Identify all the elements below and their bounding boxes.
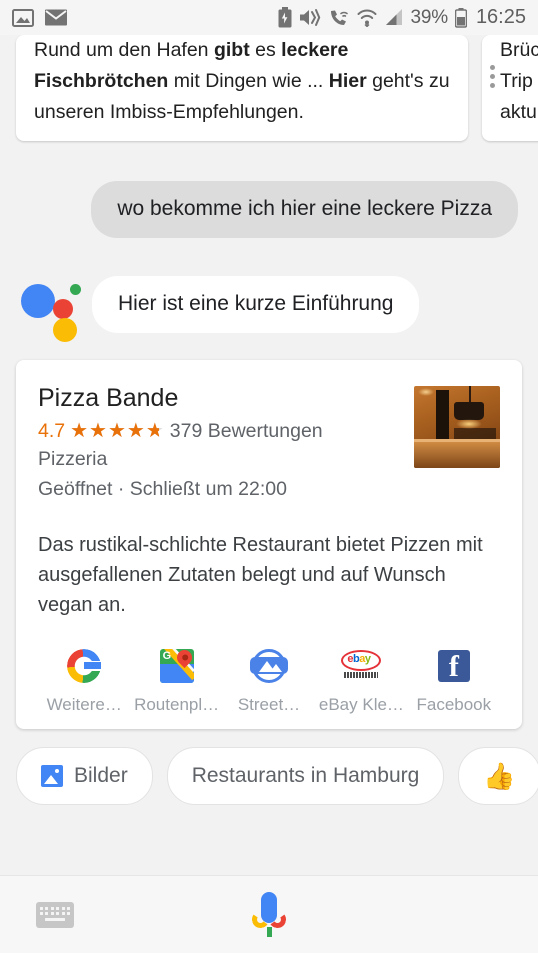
place-result-card[interactable]: Pizza Bande 4.7 ★★★★★ ★★★★★ 379 Bewertun… (16, 360, 522, 729)
previous-result-cards: Rund um den Hafen gibt es leckere Fischb… (0, 35, 538, 147)
place-action-row: Weitere… G Routenpl… Street… ebay eBay K… (38, 644, 500, 715)
photo-icon (12, 8, 34, 27)
suggestion-chip-row[interactable]: Bilder Restaurants in Hamburg 👍 (0, 729, 538, 805)
mail-icon (45, 9, 67, 26)
google-g-icon (38, 644, 130, 688)
action-routenplaner[interactable]: G Routenpl… (130, 644, 222, 715)
action-facebook[interactable]: f Facebook (408, 644, 500, 715)
action-ebay-kleinanzeigen[interactable]: ebay eBay Kle… (315, 644, 407, 715)
wifi-calling-icon (330, 10, 348, 25)
user-message-row: wo bekomme ich hier eine leckere Pizza (0, 147, 538, 238)
assistant-dot-green (70, 284, 81, 295)
action-ebay-label: eBay Kle… (318, 695, 404, 714)
keyboard-icon (36, 901, 74, 928)
place-description: Das rustikal-schlichte Restaurant bietet… (38, 534, 483, 616)
google-assistant-icon (20, 274, 81, 342)
user-query-bubble[interactable]: wo bekomme ich hier eine leckere Pizza (91, 181, 518, 238)
input-bottom-bar (0, 875, 538, 953)
vibrate-mute-icon (299, 9, 320, 26)
keyboard-button[interactable] (36, 901, 74, 928)
battery-percent-label: 39% (410, 6, 449, 28)
tip-card-secondary-line1: Brüc (500, 39, 538, 61)
tip-card-secondary-line2: Trip (500, 70, 533, 92)
chip-restaurants-in-hamburg[interactable]: Restaurants in Hamburg (166, 747, 445, 805)
thumbs-up-icon: 👍 (483, 761, 516, 791)
tip-card-bruecke[interactable]: Brüc Trip aktu (482, 35, 538, 141)
place-category: Pizzeria (38, 448, 108, 470)
chip-thumbs-up[interactable]: 👍 (458, 747, 538, 805)
place-hours: Geöffnet · Schließt um 22:00 (38, 478, 287, 500)
street-view-icon (223, 644, 315, 688)
place-rating-row: 4.7 ★★★★★ ★★★★★ 379 Bewertungen (38, 418, 404, 444)
status-bar: 39% 16:25 (0, 0, 538, 35)
status-bar-notification-icons (12, 8, 68, 28)
battery-icon (454, 7, 467, 28)
action-streetview[interactable]: Street… (223, 644, 315, 715)
place-rating-score: 4.7 (38, 420, 66, 442)
tip-card-bold1: gibt (213, 39, 250, 61)
wifi-icon (357, 9, 376, 27)
tip-card-text-seg1: Rund um den Hafen (34, 39, 214, 61)
battery-saver-icon (278, 7, 291, 28)
cellular-signal-icon (385, 9, 402, 25)
status-bar-clock: 16:25 (475, 6, 526, 28)
tip-card-text-seg3: mit Dingen wie ... (168, 70, 329, 92)
place-card-info: Pizza Bande 4.7 ★★★★★ ★★★★★ 379 Bewertun… (38, 382, 404, 504)
place-review-count: 379 Bewertungen (169, 420, 323, 442)
chip-bilder[interactable]: Bilder (16, 747, 153, 805)
action-weitere-label: Weitere… (46, 695, 122, 714)
ebay-kleinanzeigen-icon: ebay (315, 644, 407, 688)
action-routenplaner-label: Routenpl… (134, 695, 220, 714)
overflow-menu-icon[interactable] (490, 65, 495, 92)
action-facebook-label: Facebook (416, 695, 492, 714)
assistant-dot-blue (21, 284, 55, 318)
place-title: Pizza Bande (38, 384, 179, 412)
tip-card-bold3: Hier (328, 70, 367, 92)
place-rating-stars: ★★★★★ ★★★★★ (70, 420, 165, 442)
conversation-scroll-area[interactable]: Rund um den Hafen gibt es leckere Fischb… (0, 35, 538, 875)
tip-card-hafen[interactable]: Rund um den Hafen gibt es leckere Fischb… (16, 35, 468, 141)
place-thumbnail-image (414, 386, 500, 468)
facebook-icon: f (408, 644, 500, 688)
tip-card-secondary-line3: aktu (500, 101, 537, 123)
google-maps-icon: G (130, 644, 222, 688)
chip-bilder-label: Bilder (74, 764, 128, 787)
mic-stem (266, 926, 272, 937)
tip-card-text-seg2: es (249, 39, 282, 61)
image-icon (41, 765, 63, 787)
assistant-message-row: Hier ist eine kurze Einführung (0, 238, 538, 342)
status-bar-system-icons: 39% 16:25 (278, 6, 526, 29)
assistant-reply-bubble: Hier ist eine kurze Einführung (92, 275, 420, 333)
action-weitere[interactable]: Weitere… (38, 644, 130, 715)
action-streetview-label: Street… (237, 695, 301, 714)
mic-capsule (261, 891, 277, 923)
place-card-header: Pizza Bande 4.7 ★★★★★ ★★★★★ 379 Bewertun… (38, 382, 500, 504)
chip-restaurants-label: Restaurants in Hamburg (191, 764, 420, 787)
assistant-dot-red (53, 299, 73, 319)
assistant-dot-yellow (53, 318, 77, 342)
microphone-button[interactable] (249, 891, 289, 938)
